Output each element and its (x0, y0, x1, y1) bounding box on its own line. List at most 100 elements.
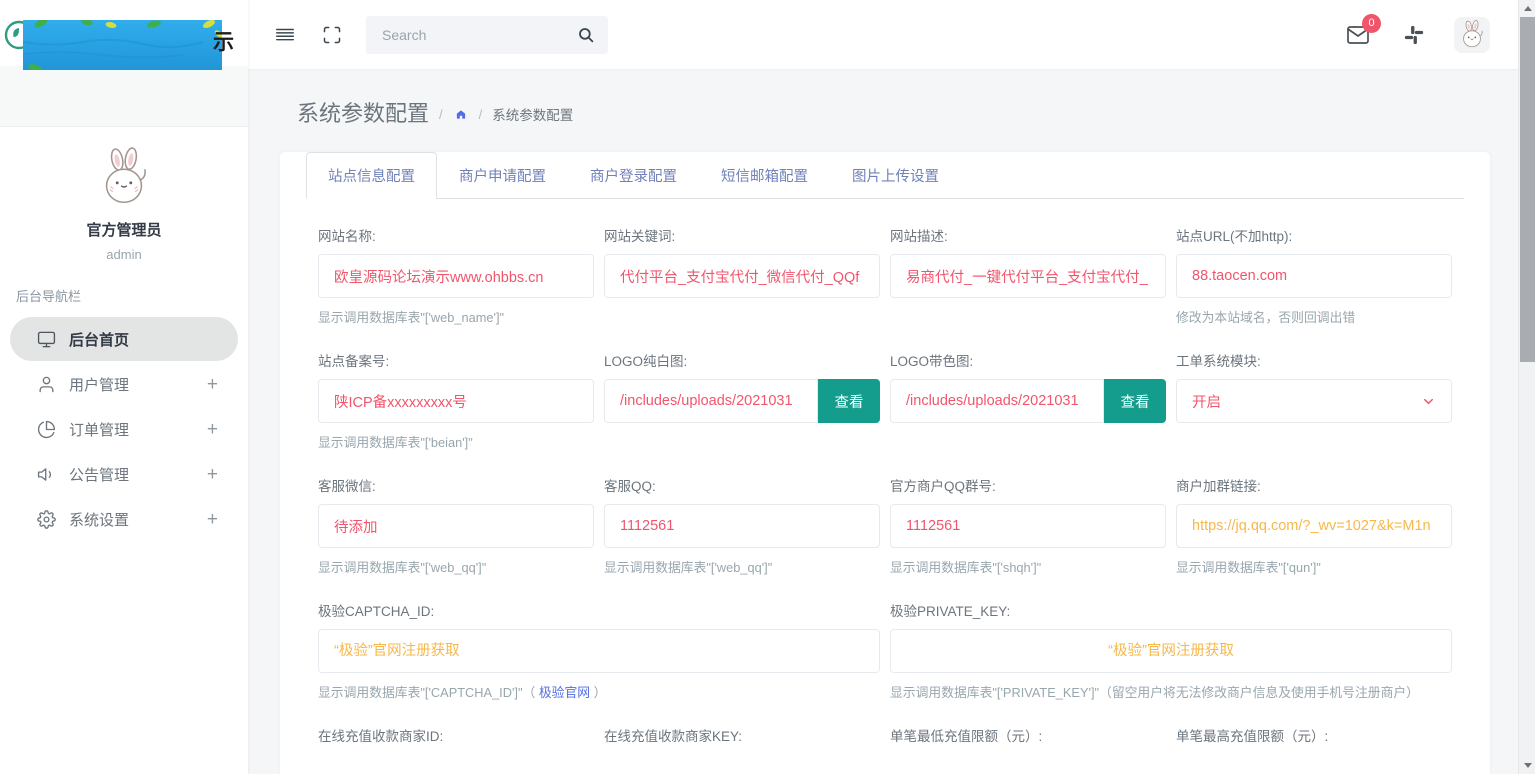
group-link-input[interactable] (1176, 504, 1452, 548)
sidebar-profile: 官方管理员 admin (0, 127, 248, 262)
field-helper: 显示调用数据库表"['PRIVATE_KEY']"（留空用户将无法修改商户信息及… (890, 682, 1452, 701)
monitor-icon (37, 330, 56, 349)
selected-option: 开启 (1192, 391, 1221, 412)
field-label: 单笔最高充值限额（元）: (1176, 725, 1452, 745)
rabbit-avatar[interactable] (93, 147, 155, 209)
sidebar-item-label: 公告管理 (69, 464, 129, 485)
expand-plus-icon[interactable]: + (207, 375, 218, 394)
field-label: 商户加群链接: (1176, 475, 1452, 495)
search-box (366, 16, 608, 54)
profile-name: 官方管理员 (0, 219, 248, 240)
tab-bar: 站点信息配置 商户申请配置 商户登录配置 短信邮箱配置 图片上传设置 (306, 152, 1464, 199)
tab-site-info[interactable]: 站点信息配置 (306, 152, 437, 199)
site-name-input[interactable] (318, 254, 594, 298)
search-icon[interactable] (577, 26, 595, 44)
view-logo-color-button[interactable]: 查看 (1104, 379, 1166, 423)
breadcrumb-separator: / (439, 103, 443, 122)
field-recharge-merchant-key: 在线充值收款商家KEY: (604, 725, 880, 754)
home-icon[interactable] (453, 104, 469, 120)
scrollbar-down-arrow[interactable] (1519, 757, 1535, 774)
field-label: 客服微信: (318, 475, 594, 495)
apps-button[interactable] (1404, 25, 1424, 45)
sidebar-item-label: 用户管理 (69, 374, 129, 395)
icp-number-input[interactable] (318, 379, 594, 423)
field-label: 网站关键词: (604, 225, 880, 245)
page-title: 系统参数配置 (297, 96, 429, 128)
site-info-form: 网站名称: 显示调用数据库表"['web_name']" 网站关键词: 网站描述… (280, 199, 1490, 774)
window-scrollbar[interactable] (1518, 0, 1535, 774)
field-helper: 显示调用数据库表"['qun']" (1176, 557, 1452, 576)
expand-plus-icon[interactable]: + (207, 510, 218, 529)
rabbit-avatar-small (1457, 20, 1487, 50)
field-max-recharge-limit: 单笔最高充值限额（元）: (1176, 725, 1452, 754)
geetest-captcha-id-input[interactable] (318, 629, 880, 673)
sidebar-item-settings[interactable]: 系统设置 + (10, 497, 238, 541)
field-helper: 显示调用数据库表"['CAPTCHA_ID']"（ 极验官网 ） (318, 682, 880, 701)
field-site-keywords: 网站关键词: (604, 225, 880, 326)
settings-card: 站点信息配置 商户申请配置 商户登录配置 短信邮箱配置 图片上传设置 网站名称:… (280, 152, 1490, 774)
sidebar-item-label: 后台首页 (69, 329, 129, 350)
field-label: 网站名称: (318, 225, 594, 245)
field-label: LOGO带色图: (890, 350, 1166, 370)
sidebar-item-announcements[interactable]: 公告管理 + (10, 452, 238, 496)
site-description-input[interactable] (890, 254, 1166, 298)
tab-sms-mail[interactable]: 短信邮箱配置 (699, 152, 830, 199)
slack-icon (1404, 25, 1424, 45)
expand-plus-icon[interactable]: + (207, 465, 218, 484)
site-keywords-input[interactable] (604, 254, 880, 298)
nav-section-label: 后台导航栏 (0, 262, 248, 317)
field-label: 站点备案号: (318, 350, 594, 370)
brand-text-fragment: 示 (213, 26, 234, 56)
service-wechat-input[interactable] (318, 504, 594, 548)
service-qq-input[interactable] (604, 504, 880, 548)
field-label: LOGO纯白图: (604, 350, 880, 370)
sidebar-item-dashboard[interactable]: 后台首页 (10, 317, 238, 361)
field-label: 工单系统模块: (1176, 350, 1452, 370)
brand-area[interactable]: 示 (0, 0, 248, 66)
field-group-link: 商户加群链接: 显示调用数据库表"['qun']" (1176, 475, 1452, 576)
profile-username: admin (0, 247, 248, 262)
expand-plus-icon[interactable]: + (207, 420, 218, 439)
notification-badge: 0 (1362, 14, 1381, 33)
main-content: 系统参数配置 / / 系统参数配置 站点信息配置 商户申请配置 商户登录配置 短… (248, 69, 1518, 774)
brand-banner-image (23, 20, 222, 70)
field-label: 客服QQ: (604, 475, 880, 495)
field-label: 网站描述: (890, 225, 1166, 245)
field-label: 单笔最低充值限额（元）: (890, 725, 1166, 745)
logo-white-input[interactable] (604, 379, 818, 423)
topbar: 0 (248, 0, 1518, 69)
field-helper: 修改为本站域名，否则回调出错 (1176, 307, 1452, 326)
sidebar-item-users[interactable]: 用户管理 + (10, 362, 238, 406)
speaker-icon (37, 465, 56, 484)
site-url-input[interactable] (1176, 254, 1452, 298)
sidebar-band (0, 66, 248, 127)
tab-merchant-apply[interactable]: 商户申请配置 (437, 152, 568, 199)
field-recharge-merchant-id: 在线充值收款商家ID: (318, 725, 594, 754)
field-site-url: 站点URL(不加http): 修改为本站域名，否则回调出错 (1176, 225, 1452, 326)
field-icp-number: 站点备案号: 显示调用数据库表"['beian']" (318, 350, 594, 451)
chevron-down-icon (1421, 394, 1436, 409)
field-site-name: 网站名称: 显示调用数据库表"['web_name']" (318, 225, 594, 326)
menu-toggle-icon[interactable] (274, 24, 296, 46)
user-menu-button[interactable] (1454, 17, 1490, 53)
field-label: 在线充值收款商家KEY: (604, 725, 880, 745)
scrollbar-thumb[interactable] (1520, 17, 1535, 362)
search-input[interactable] (366, 16, 608, 54)
logo-color-input[interactable] (890, 379, 1104, 423)
gear-icon (37, 510, 56, 529)
topbar-right: 0 (1346, 17, 1490, 53)
field-helper: 显示调用数据库表"['web_name']" (318, 307, 594, 326)
geetest-site-link[interactable]: 极验官网 (539, 685, 590, 700)
scrollbar-up-arrow[interactable] (1519, 0, 1535, 17)
tab-merchant-login[interactable]: 商户登录配置 (568, 152, 699, 199)
tab-image-upload[interactable]: 图片上传设置 (830, 152, 961, 199)
field-geetest-captcha-id: 极验CAPTCHA_ID: 显示调用数据库表"['CAPTCHA_ID']"（ … (318, 600, 880, 701)
field-helper: 显示调用数据库表"['web_qq']" (318, 557, 594, 576)
fullscreen-icon[interactable] (322, 25, 342, 45)
geetest-private-key-input[interactable] (890, 629, 1452, 673)
view-logo-white-button[interactable]: 查看 (818, 379, 880, 423)
notifications-button[interactable]: 0 (1346, 23, 1370, 47)
ticket-module-select[interactable]: 开启 (1176, 379, 1452, 423)
sidebar-item-orders[interactable]: 订单管理 + (10, 407, 238, 451)
merchant-qq-group-input[interactable] (890, 504, 1166, 548)
